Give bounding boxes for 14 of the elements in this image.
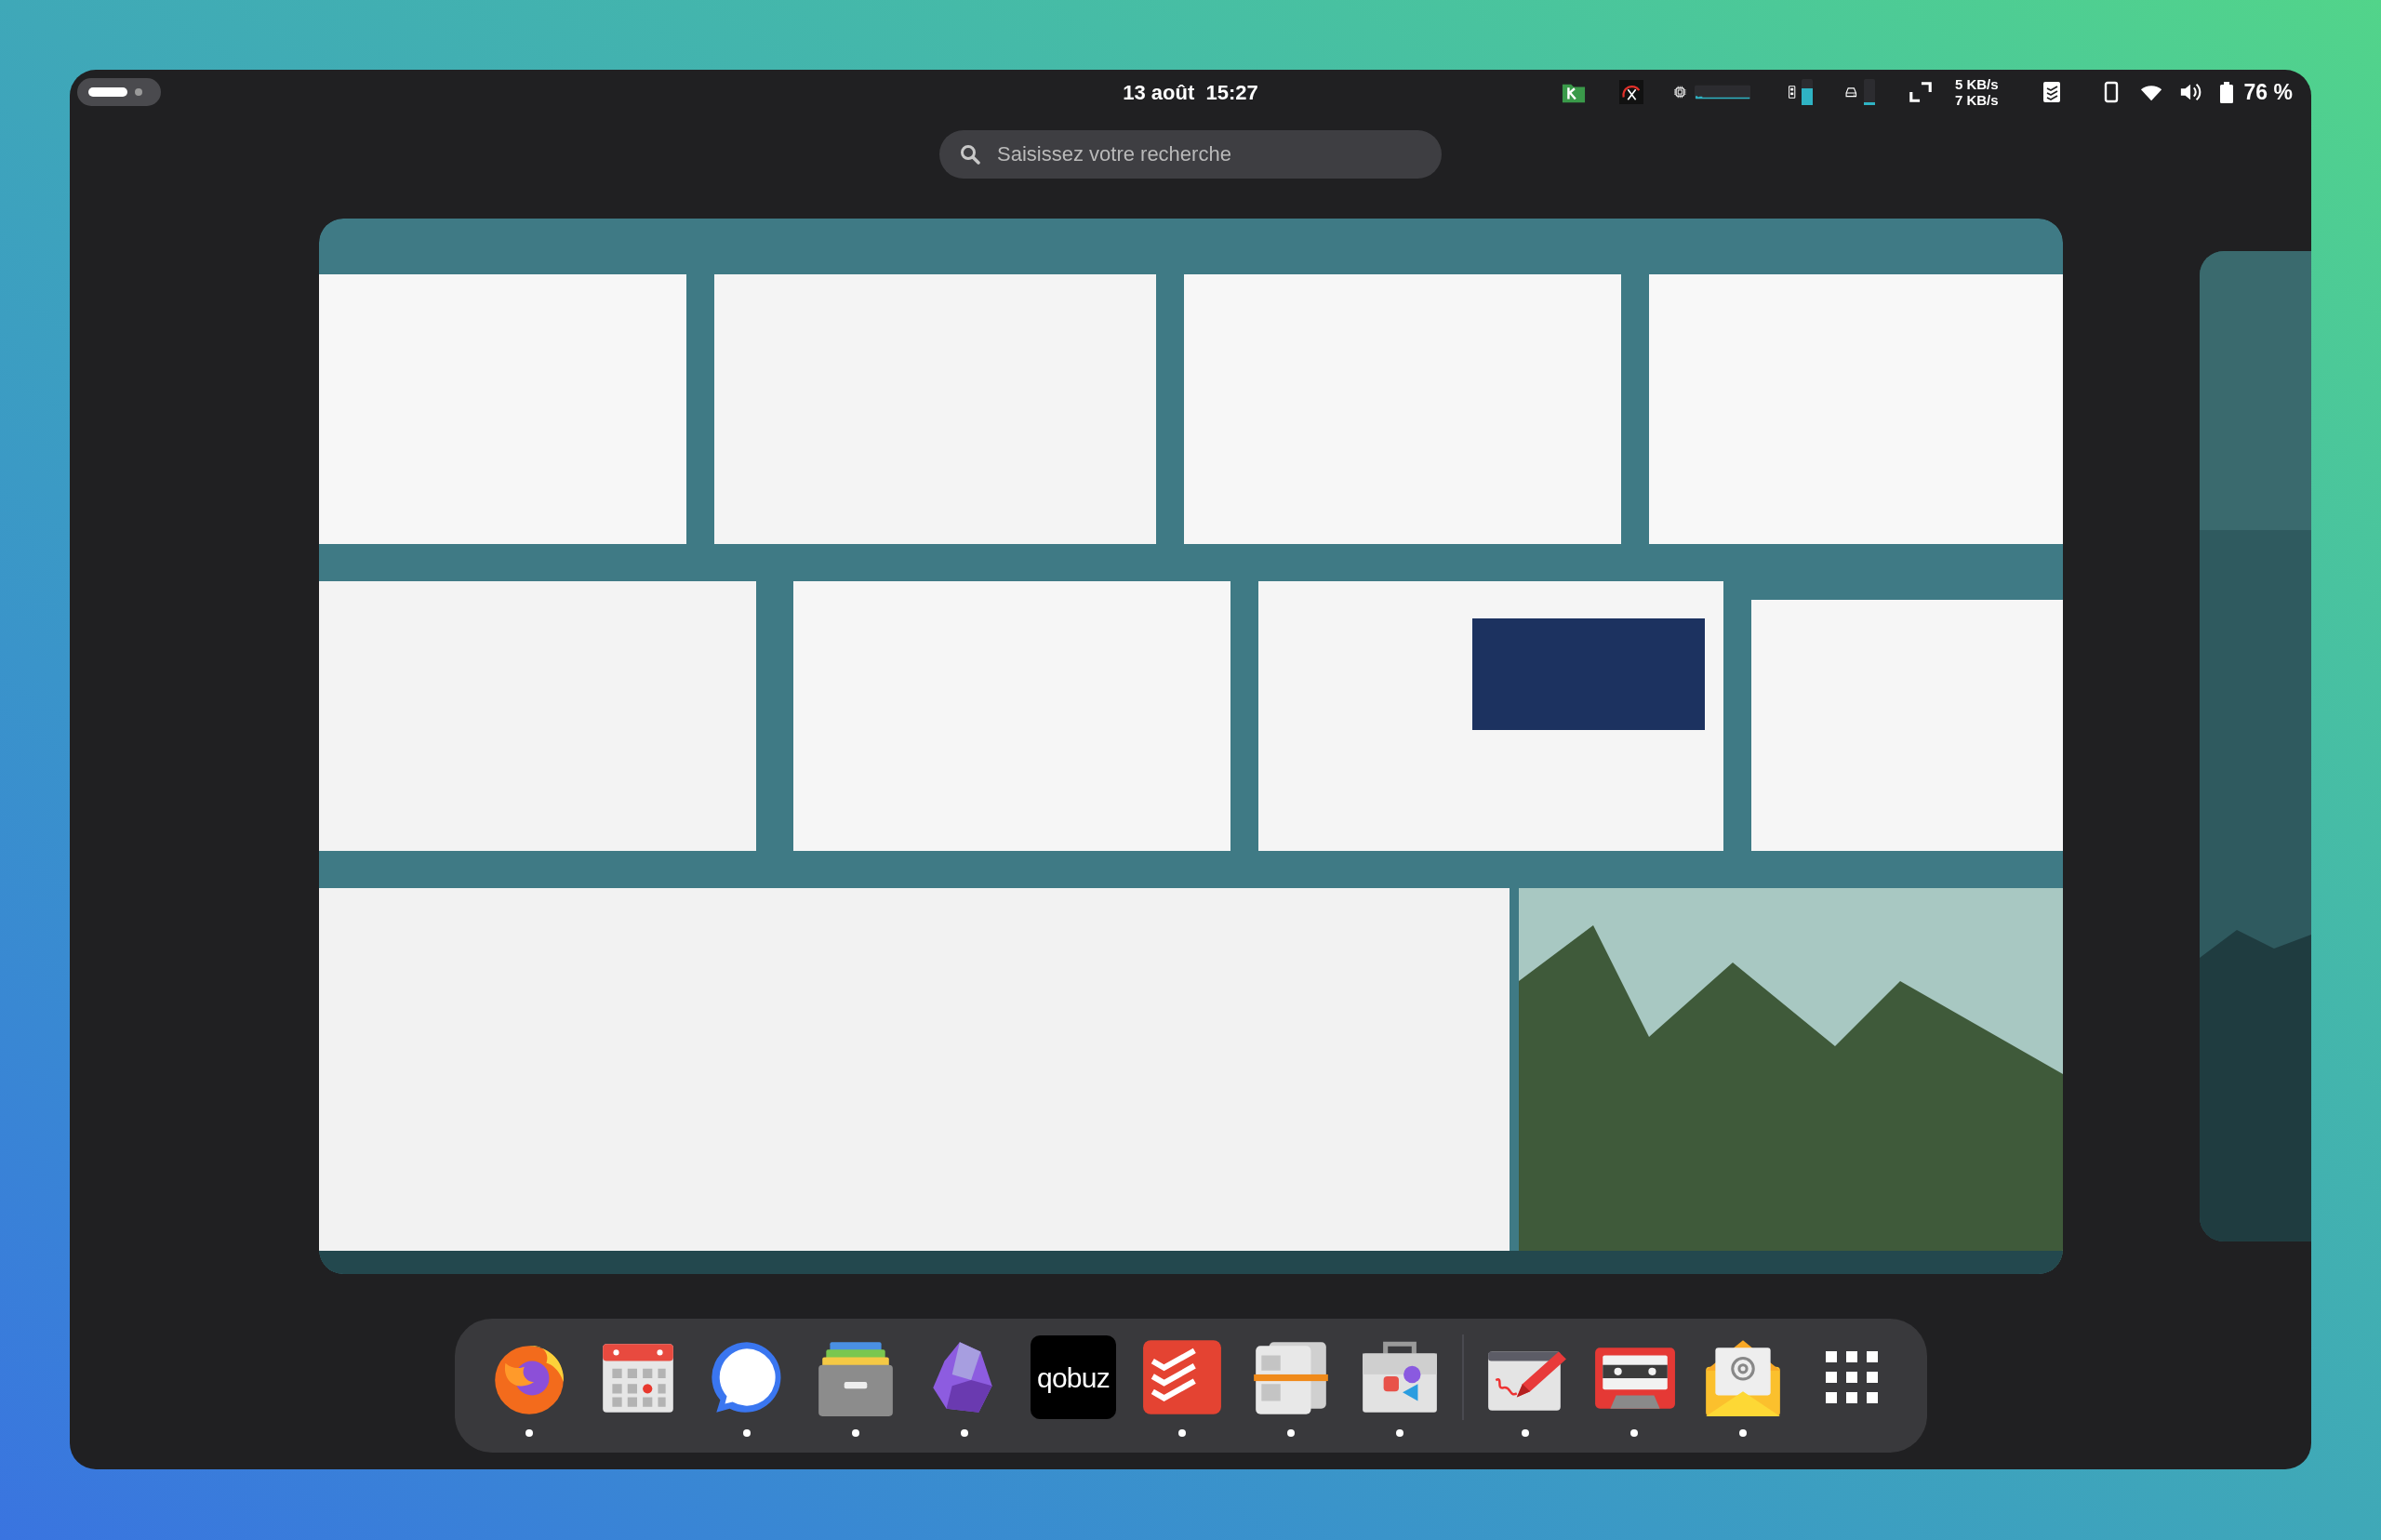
search-icon: [960, 144, 980, 165]
expand-icon[interactable]: [1908, 79, 1933, 105]
search-field[interactable]: Saisissez votre recherche: [939, 130, 1442, 179]
gauge-icon[interactable]: [1619, 79, 1643, 105]
network-speed: 5 KB/s: [1954, 76, 1999, 92]
activities-indicator[interactable]: [77, 78, 161, 106]
battery-percentage[interactable]: 76 %: [2243, 75, 2293, 109]
app-grid-icon[interactable]: [1824, 1349, 1880, 1405]
phone-icon[interactable]: [2102, 79, 2120, 105]
battery-icon[interactable]: [2217, 79, 2235, 105]
qobuz-logo[interactable]: qobuz: [1031, 1335, 1116, 1419]
clock[interactable]: 13 août 15:27: [1123, 76, 1258, 108]
network-speed: 7 KB/s: [1954, 92, 1999, 108]
stack-icon[interactable]: [2041, 79, 2062, 105]
